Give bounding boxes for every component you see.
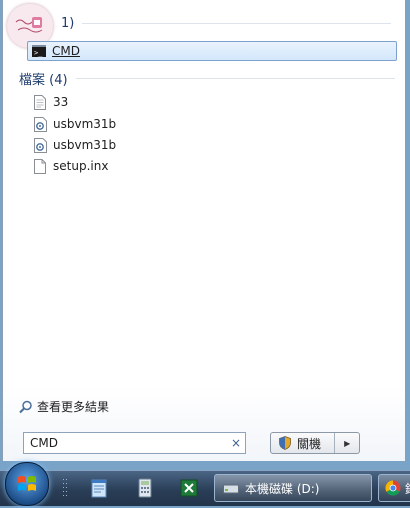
drive-icon — [223, 482, 239, 494]
start-button[interactable] — [5, 462, 49, 506]
avatar-art-icon — [10, 8, 50, 44]
result-item-label: setup.inx — [53, 159, 109, 173]
start-menu-panel: 1) >_ CMD 檔案 (4) 33 usbvm31b usbvm31b se… — [2, 0, 406, 461]
result-item-file[interactable]: 33 — [33, 92, 353, 112]
group-divider — [82, 23, 391, 24]
notepad-icon[interactable] — [88, 477, 110, 499]
group-divider — [75, 78, 395, 79]
chrome-icon — [385, 480, 401, 496]
shutdown-button-group: 關機 ▶ — [270, 432, 360, 454]
excel-icon[interactable] — [178, 477, 200, 499]
programs-group-header: 1) — [61, 16, 391, 31]
result-item-file[interactable]: usbvm31b — [33, 135, 353, 155]
settings-file-icon — [33, 116, 47, 132]
taskbar-window-label: 錄 — [405, 480, 410, 497]
taskbar-window-drive[interactable]: 本機磁碟 (D:) — [214, 474, 372, 502]
calculator-icon[interactable] — [134, 477, 156, 499]
see-more-results-link[interactable]: 查看更多結果 — [19, 398, 109, 415]
taskbar-grip — [62, 477, 68, 499]
see-more-label: 查看更多結果 — [37, 400, 110, 414]
result-item-label: usbvm31b — [53, 138, 117, 152]
result-item-cmd[interactable]: >_ CMD — [27, 41, 397, 61]
magnifier-icon — [19, 400, 33, 414]
text-file-icon — [33, 94, 47, 110]
cmd-icon: >_ — [32, 43, 46, 59]
taskbar: 本機磁碟 (D:) 錄 — [0, 462, 410, 506]
programs-group-title: 1) — [61, 16, 75, 31]
svg-text:>_: >_ — [34, 49, 43, 57]
shutdown-options-arrow[interactable]: ▶ — [334, 433, 359, 453]
taskbar-window-label: 本機磁碟 (D:) — [245, 481, 320, 496]
result-item-label: CMD — [52, 44, 80, 58]
search-input[interactable] — [24, 435, 227, 451]
result-item-file[interactable]: setup.inx — [33, 156, 353, 176]
shutdown-button[interactable]: 關機 — [271, 433, 334, 453]
files-group-header: 檔案 (4) — [19, 69, 395, 88]
windows-logo-icon — [18, 476, 36, 491]
result-item-file[interactable]: usbvm31b — [33, 114, 353, 134]
blank-file-icon — [33, 158, 47, 174]
taskbar-window-chrome[interactable]: 錄 — [378, 474, 410, 502]
result-item-label: usbvm31b — [53, 117, 117, 131]
clear-search-icon[interactable]: × — [227, 436, 245, 450]
result-item-label: 33 — [53, 95, 69, 109]
shield-icon — [279, 436, 291, 450]
files-group-title: 檔案 (4) — [19, 73, 68, 88]
shutdown-label: 關機 — [297, 436, 322, 451]
settings-file-icon — [33, 137, 47, 153]
search-box[interactable]: × — [23, 432, 246, 454]
